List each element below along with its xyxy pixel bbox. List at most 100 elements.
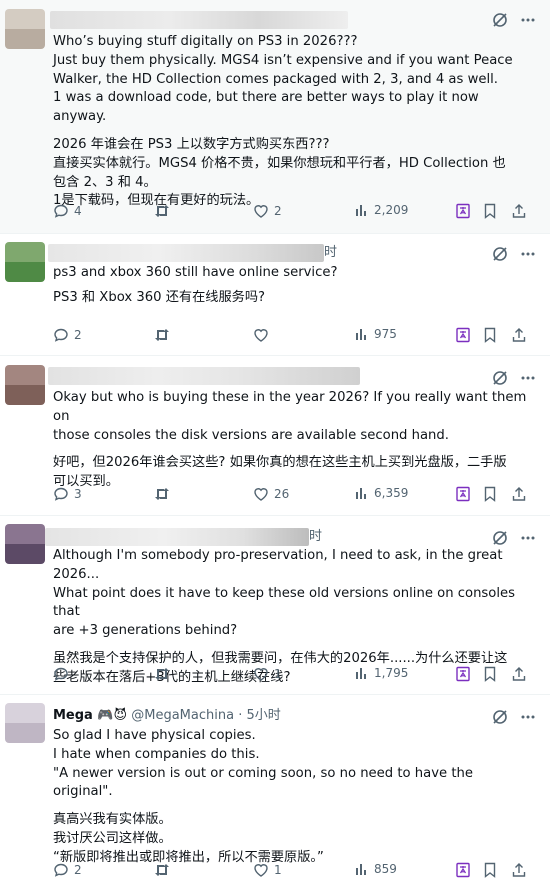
like-count: 1 (274, 863, 282, 877)
text-line: Who’s buying stuff digitally on PS3 in 2… (53, 34, 358, 49)
post-2[interactable]: 时 ps3 and xbox 360 still have online ser… (0, 234, 550, 355)
avatar[interactable] (5, 703, 45, 743)
bookmark-button[interactable] (483, 203, 497, 219)
views-count: 859 (374, 862, 397, 876)
bookmark-button[interactable] (483, 666, 497, 682)
bookmark-button[interactable] (483, 327, 497, 343)
text-line: 真高兴我有实体版。 (53, 812, 172, 828)
reply-icon (53, 666, 69, 682)
like-button[interactable]: 1 (253, 862, 282, 878)
views-count: 6,359 (374, 486, 409, 500)
like-icon (253, 327, 269, 343)
like-icon (253, 862, 269, 878)
post-4[interactable]: 时 Although I'm somebody pro-preservation… (0, 516, 550, 694)
like-button[interactable]: 2 (253, 203, 282, 219)
text-line: Just buy them physically. MGS4 isn’t exp… (53, 52, 513, 68)
text-line: 包含 2、3 和 4。 (53, 174, 157, 190)
post-time[interactable]: 时 (309, 529, 322, 544)
grok-translate-icon (455, 862, 471, 878)
repost-button[interactable] (153, 203, 176, 219)
post-3[interactable]: Okay but who is buying these in the year… (0, 356, 550, 515)
grok-translate-button[interactable] (455, 862, 471, 878)
share-button[interactable] (511, 486, 527, 502)
grok-translate-button[interactable] (455, 486, 471, 502)
repost-icon (153, 327, 171, 343)
bookmark-icon (483, 203, 497, 219)
bookmark-button[interactable] (483, 486, 497, 502)
views-icon (355, 486, 369, 500)
reply-button[interactable]: 2 (53, 862, 82, 878)
post-5[interactable]: Mega 🎮😈 @MegaMachina · 5小时 So glad I hav… (0, 695, 550, 891)
like-button[interactable] (253, 327, 274, 343)
repost-button[interactable] (153, 666, 176, 682)
grok-translate-icon (455, 327, 471, 343)
grok-translate-button[interactable] (455, 327, 471, 343)
reply-icon (53, 203, 69, 219)
author-handle[interactable]: @MegaMachina (131, 708, 234, 723)
views-button[interactable]: 1,795 (355, 666, 408, 680)
author-name-redacted (50, 11, 348, 29)
more-icon[interactable] (520, 246, 536, 262)
text-line: Although I'm somebody pro-preservation, … (53, 548, 503, 582)
post-time[interactable]: · 5小时 (238, 708, 281, 723)
author-name-redacted (48, 367, 360, 385)
views-icon (355, 666, 369, 680)
text-line: 我讨厌公司这样做。 (53, 830, 172, 846)
avatar[interactable] (5, 524, 45, 564)
share-icon (511, 203, 527, 219)
avatar[interactable] (5, 365, 45, 405)
avatar[interactable] (5, 242, 45, 282)
repost-button[interactable] (153, 862, 176, 878)
repost-icon (153, 203, 171, 219)
bookmark-icon (483, 666, 497, 682)
views-button[interactable]: 859 (355, 862, 397, 876)
more-icon[interactable] (520, 709, 536, 725)
more-icon[interactable] (520, 530, 536, 546)
grok-icon[interactable] (492, 530, 508, 546)
post-time[interactable]: 时 (324, 245, 337, 260)
grok-translate-button[interactable] (455, 666, 471, 682)
reply-icon (53, 862, 69, 878)
grok-icon[interactable] (492, 370, 508, 386)
views-icon (355, 327, 369, 341)
like-button[interactable]: 1 (253, 666, 282, 682)
grok-translate-button[interactable] (455, 203, 471, 219)
grok-icon[interactable] (492, 709, 508, 725)
grok-icon[interactable] (492, 246, 508, 262)
avatar[interactable] (5, 9, 45, 49)
share-icon (511, 666, 527, 682)
text-line: PS3 和 Xbox 360 还有在线服务吗? (53, 289, 266, 305)
repost-button[interactable] (153, 486, 176, 502)
text-line: are +3 generations behind? (53, 623, 238, 639)
repost-button[interactable] (153, 327, 176, 343)
reply-button[interactable]: 2 (53, 327, 82, 343)
like-count: 1 (274, 667, 282, 681)
text-line: 好吧，但2026年谁会买这些? 如果你真的想在这些主机上买到光盘版，二手版 (53, 455, 507, 471)
views-button[interactable]: 6,359 (355, 486, 408, 500)
text-line: So glad I have physical copies. (53, 728, 256, 743)
bookmark-button[interactable] (483, 862, 497, 878)
views-count: 2,209 (374, 203, 409, 217)
share-icon (511, 862, 527, 878)
share-button[interactable] (511, 862, 527, 878)
reply-button[interactable] (53, 666, 74, 682)
author-name[interactable]: Mega 🎮😈 (53, 708, 127, 723)
like-icon (253, 666, 269, 682)
like-button[interactable]: 26 (253, 486, 289, 502)
views-button[interactable]: 975 (355, 327, 397, 341)
reply-button[interactable]: 3 (53, 486, 82, 502)
grok-icon[interactable] (492, 12, 508, 28)
more-icon[interactable] (520, 370, 536, 386)
post-text: Who’s buying stuff digitally on PS3 in 2… (53, 33, 532, 211)
post-1[interactable]: Who’s buying stuff digitally on PS3 in 2… (0, 0, 550, 233)
share-button[interactable] (511, 327, 527, 343)
more-icon[interactable] (520, 12, 536, 28)
repost-icon (153, 486, 171, 502)
share-button[interactable] (511, 203, 527, 219)
bookmark-icon (483, 327, 497, 343)
share-button[interactable] (511, 666, 527, 682)
reply-count: 4 (74, 204, 82, 218)
reply-button[interactable]: 4 (53, 203, 82, 219)
views-button[interactable]: 2,209 (355, 203, 408, 217)
text-line: Walker, the HD Collection comes packaged… (53, 71, 498, 87)
